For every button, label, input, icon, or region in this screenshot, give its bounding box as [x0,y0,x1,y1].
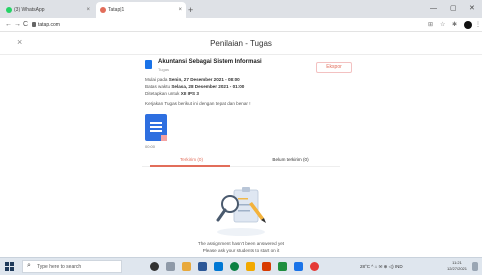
close-tab-icon[interactable]: × [178,2,182,18]
extensions-puzzle-icon[interactable]: ✱ [452,20,457,30]
assigned-to-value: XII IPS 3 [180,91,199,96]
tab-not-submitted-label: Belum terkirim (0) [272,157,309,162]
tab-strip: (3) WhatsApp × Tatap|1 × + — ▢ ✕ [0,0,482,18]
forward-button[interactable]: → [14,19,21,31]
app-icon-blue[interactable] [294,262,303,271]
tab-tatap[interactable]: Tatap|1 × [96,2,186,18]
url-field[interactable]: tatap.com [38,21,60,29]
doc-line [150,130,162,132]
system-tray[interactable]: 28°C ^ ⌂ ✉ ⊕ ◁) IND [360,262,403,271]
empty-state-illustration [216,187,266,236]
extension-icon[interactable]: ⊞ [428,20,433,30]
browser-window: (3) WhatsApp × Tatap|1 × + — ▢ ✕ ← → C t… [0,0,482,275]
due-date-value: Selasa, 28 Desember 2021 - 01:00 [171,84,245,89]
chrome-active-icon[interactable] [310,262,319,271]
empty-state-subtitle: Please ask your students to start on it [202,248,280,253]
app-icon-orange[interactable] [262,262,271,271]
bookmark-star-icon[interactable]: ☆ [440,20,445,30]
doc-line [150,122,162,124]
document-icon [145,60,152,69]
clock-date: 12/27/2021 [446,266,468,271]
app-icon-yellow[interactable] [246,262,255,271]
empty-state-title: The assignment hasn't been answered yet [197,241,285,246]
windows-start-icon[interactable] [5,262,14,271]
start-date-row: Mulai pada Senin, 27 Desember 2021 - 08:… [145,77,240,82]
doc-corner [161,135,167,141]
new-tab-button[interactable]: + [188,3,193,17]
tab-submitted[interactable]: Terkirim (0) [142,155,241,165]
tatap-favicon-icon [100,7,106,13]
address-bar-row: ← → C tatap.com ⊞ ☆ ✱ ⋮ [0,18,482,32]
start-date-value: Senin, 27 Desember 2021 - 08:00 [168,77,240,82]
taskbar: ⌕ Type here to search 28°C ^ ⌂ ✉ ⊕ ◁) IN… [0,257,482,275]
start-date-label: Mulai pada [145,77,169,82]
minimize-button[interactable]: — [430,3,437,15]
task-view-icon[interactable] [166,262,175,271]
word-icon[interactable] [198,262,207,271]
assignment-title: Akuntansi Sebagai Sistem Informasi [158,59,262,65]
active-tab-indicator [150,165,230,167]
assigned-to-label: Ditetapkan untuk [145,91,181,96]
chrome-icon[interactable] [230,262,239,271]
close-tab-icon[interactable]: × [86,2,90,18]
taskbar-search-placeholder: Type here to search [37,264,82,270]
doc-line [150,126,162,128]
close-window-button[interactable]: ✕ [469,3,475,15]
app-header: × Penilaian - Tugas [0,33,482,55]
search-icon: ⌕ [27,262,31,269]
taskbar-clock[interactable]: 11:21 12/27/2021 [446,260,468,272]
taskbar-search-input[interactable]: ⌕ Type here to search [22,260,122,273]
tab-not-submitted[interactable]: Belum terkirim (0) [241,155,340,165]
page-title: Penilaian - Tugas [210,39,272,48]
app-icon-green[interactable] [278,262,287,271]
back-button[interactable]: ← [5,19,12,31]
mail-icon[interactable] [214,262,223,271]
menu-dots-icon[interactable]: ⋮ [475,20,481,30]
tab-whatsapp-label: (3) WhatsApp [14,7,45,13]
file-explorer-icon[interactable] [182,262,191,271]
tab-tatap-label: Tatap|1 [108,7,125,13]
profile-avatar[interactable] [464,21,472,29]
tab-submitted-label: Terkirim (0) [180,157,203,162]
export-button[interactable]: Ekspor [316,62,352,73]
maximize-button[interactable]: ▢ [450,3,457,15]
assignment-type: Tugas [158,67,169,72]
assigned-to-row: Ditetapkan untuk XII IPS 3 [145,91,199,96]
attachment-file-icon[interactable] [145,114,167,141]
whatsapp-icon [6,7,12,13]
assignment-instruction: Kerjakan Tugas berikut ini dengan tepat … [145,101,251,106]
lock-icon [32,22,36,27]
notifications-icon[interactable] [472,262,478,271]
attachment-name: 00:00 [145,144,156,149]
due-date-label: Batas waktu [145,84,172,89]
tab-whatsapp[interactable]: (3) WhatsApp × [2,2,94,18]
submission-tabs: Terkirim (0) Belum terkirim (0) [142,153,340,167]
cortana-icon[interactable] [150,262,159,271]
due-date-row: Batas waktu Selasa, 28 Desember 2021 - 0… [145,84,244,89]
reload-button[interactable]: C [23,19,28,31]
